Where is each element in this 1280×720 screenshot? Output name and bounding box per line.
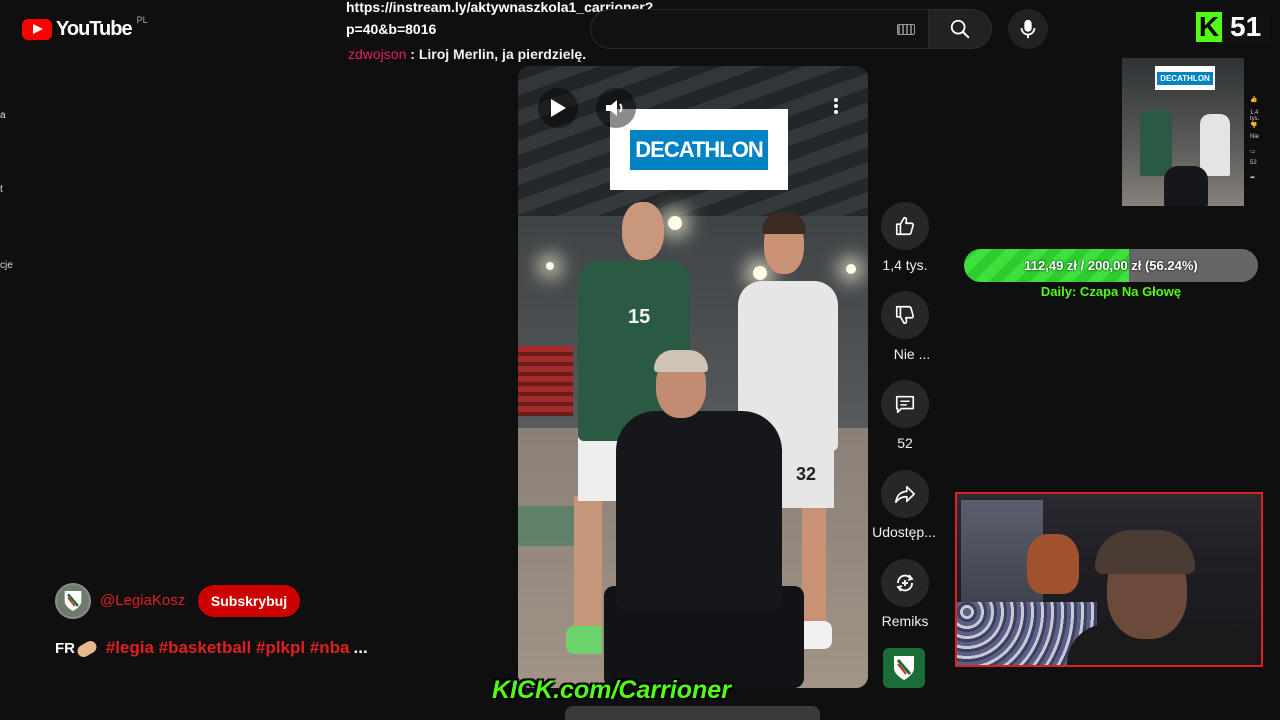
remix-label: Remiks [881, 613, 929, 629]
mini-dislike-label: Nie [1250, 134, 1260, 140]
audio-track-thumbnail[interactable] [883, 648, 925, 688]
legia-crest-icon [894, 656, 914, 680]
search-input[interactable] [590, 9, 930, 49]
mini-like-count: 1,4 tys. [1250, 110, 1260, 122]
mute-button[interactable] [596, 88, 636, 128]
donation-goal-text: 112,49 zł / 200,00 zł (56.24%) [1024, 258, 1198, 273]
player-middle-hair [654, 350, 708, 372]
player-right-number: 32 [796, 464, 817, 484]
viewer-count: 51 [1230, 11, 1262, 42]
streamer-webcam [955, 492, 1263, 667]
remix-icon [896, 574, 914, 592]
donation-goal-label: Daily: Czapa Na Głowę [1040, 284, 1182, 299]
mini-share-icon: ➦ [1250, 175, 1256, 181]
chat-text: Liroj Merlin, ja pierdzielę. [418, 46, 587, 62]
decathlon-logo: DECATHLON [630, 129, 768, 170]
search-button[interactable] [928, 9, 992, 49]
dislike-button[interactable] [881, 291, 929, 339]
play-icon [551, 99, 566, 117]
court-paint [518, 506, 578, 546]
ceiling-light [668, 216, 682, 230]
kick-channel-banner: KICK.com/Carrioner [492, 676, 731, 704]
like-count: 1,4 tys. [882, 257, 928, 273]
voice-search-button[interactable] [1008, 9, 1048, 49]
sidebar-stub-1: a [0, 110, 6, 121]
description-hashtags[interactable]: #legia #basketball #plkpl #nba [106, 638, 350, 657]
remix-button[interactable] [881, 559, 929, 607]
share-button[interactable] [881, 470, 929, 518]
mini-like-icon: 👍 [1250, 97, 1258, 103]
mini-dislike-icon: 👎 [1250, 123, 1258, 129]
ceiling-light [546, 262, 554, 270]
donation-goal-bar: 112,49 zł / 200,00 zł (56.24%) [964, 249, 1258, 282]
channel-avatar[interactable] [55, 583, 91, 619]
description-more[interactable]: ... [354, 638, 368, 657]
mini-sponsor-box: DECATHLON [1155, 66, 1215, 90]
bandage-emoji-icon [75, 638, 99, 659]
dislike-label: Nie ... [893, 346, 931, 362]
chat-username: zdwojson [348, 46, 407, 62]
mini-comment-count: 52 [1250, 160, 1257, 166]
subscribe-button[interactable]: Subskrybuj [198, 585, 300, 617]
thumbs-up-icon [895, 216, 914, 236]
ceiling-light [846, 264, 856, 274]
like-button[interactable] [881, 202, 929, 250]
keyboard-icon[interactable] [897, 24, 915, 35]
chat-message: zdwojson : Liroj Merlin, ja pierdzielę. [348, 46, 586, 62]
player-middle-hoodie [616, 411, 782, 611]
country-code: PL [136, 14, 148, 25]
mini-player-right [1200, 114, 1230, 176]
video-description[interactable]: FR #legia #basketball #plkpl #nba... [55, 638, 368, 659]
thumbs-down-icon [895, 305, 914, 325]
share-icon [895, 485, 915, 504]
chat-separator: : [406, 46, 419, 62]
next-short-preview[interactable] [565, 706, 820, 720]
channel-handle[interactable]: @LegiaKosz [100, 592, 185, 609]
youtube-logo[interactable]: YouTube PL [22, 14, 148, 41]
mini-player-middle [1164, 166, 1208, 206]
description-prefix: FR [55, 640, 75, 657]
comments-button[interactable] [881, 380, 929, 428]
sidebar-stub-2: t [0, 184, 3, 195]
kick-logo-icon: K [1196, 12, 1222, 42]
player-right-hair [762, 212, 806, 234]
play-button[interactable] [538, 88, 578, 128]
comment-icon [895, 395, 915, 414]
sidebar-stub-3: cje [0, 260, 13, 271]
player-left-number: 15 [628, 306, 651, 328]
cam-plush-toy [1027, 534, 1079, 594]
youtube-play-icon [22, 19, 52, 40]
player-left-head [622, 202, 664, 260]
comment-count: 52 [897, 435, 913, 451]
sponsor-logo-box: DECATHLON [610, 109, 788, 190]
volume-icon [606, 100, 623, 116]
search-icon [950, 19, 970, 39]
mini-player-left [1140, 110, 1172, 176]
legia-crest-icon [64, 591, 82, 611]
stands [518, 346, 573, 416]
kick-viewer-counter: K 51 [1192, 10, 1270, 44]
youtube-wordmark: YouTube [56, 18, 133, 40]
more-options-icon[interactable] [834, 98, 838, 114]
ceiling-light [753, 266, 767, 280]
share-label: Udostęp... [872, 524, 936, 540]
short-video-player[interactable]: 15 32 DECATHLON [518, 66, 868, 688]
cam-streamer-cap [1095, 530, 1195, 574]
microphone-icon [1020, 19, 1036, 39]
mini-stream-preview: DECATHLON [1122, 58, 1244, 206]
mini-decathlon-logo: DECATHLON [1157, 71, 1213, 85]
mini-comment-icon: ▭ [1250, 149, 1256, 155]
mini-action-rail: 👍 1,4 tys. 👎 Nie ▭ 52 ➦ [1250, 96, 1264, 206]
